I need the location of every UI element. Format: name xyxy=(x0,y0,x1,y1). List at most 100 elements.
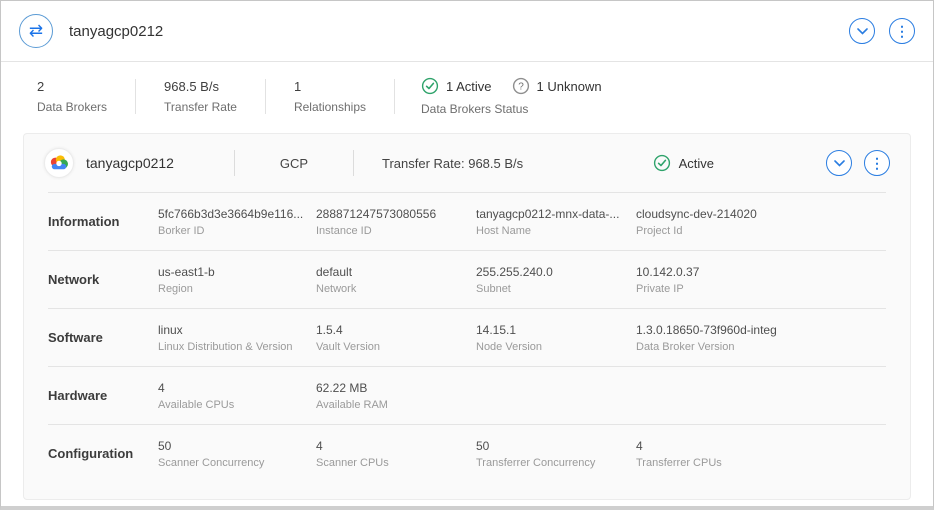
field-value: 288871247573080556 xyxy=(316,207,476,221)
gcp-logo-icon xyxy=(48,154,70,172)
field-label: Available RAM xyxy=(316,399,476,411)
table-row-network: Network us-east1-b Region default Networ… xyxy=(48,250,886,308)
check-circle-icon xyxy=(421,77,439,95)
broker-provider: GCP xyxy=(235,156,353,171)
stat-label: Relationships xyxy=(294,100,366,114)
field: 255.255.240.0 Subnet xyxy=(476,265,636,295)
sync-icon: ⇄ xyxy=(29,21,43,41)
field-label: Host Name xyxy=(476,225,636,237)
field-label: Vault Version xyxy=(316,341,476,353)
collapse-broker-button[interactable] xyxy=(826,150,852,176)
status-unknown-label: 1 Unknown xyxy=(537,79,602,94)
status-active-label: 1 Active xyxy=(446,79,492,94)
field: cloudsync-dev-214020 Project Id xyxy=(636,207,886,237)
field-value: 1.3.0.18650-73f960d-integ xyxy=(636,323,886,337)
field-value: 50 xyxy=(476,439,636,453)
field: us-east1-b Region xyxy=(158,265,316,295)
sync-icon-button[interactable]: ⇄ xyxy=(19,14,53,48)
field-value: linux xyxy=(158,323,316,337)
field-label: Network xyxy=(316,283,476,295)
field: 14.15.1 Node Version xyxy=(476,323,636,353)
chevron-down-icon xyxy=(857,28,868,35)
broker-detail-table: Information 5fc766b3d3e3664b9e116... Bor… xyxy=(24,192,910,499)
stat-label: Data Brokers xyxy=(37,100,107,114)
kebab-icon: ⋮ xyxy=(895,24,909,38)
kebab-icon: ⋮ xyxy=(870,156,884,170)
row-label: Configuration xyxy=(48,446,158,461)
stat-relationships: 1 Relationships xyxy=(266,79,395,114)
status-line: 1 Active ? 1 Unknown xyxy=(421,77,602,95)
field: 5fc766b3d3e3664b9e116... Borker ID xyxy=(158,207,316,237)
field-value: default xyxy=(316,265,476,279)
field: linux Linux Distribution & Version xyxy=(158,323,316,353)
field-value: us-east1-b xyxy=(158,265,316,279)
chevron-down-icon xyxy=(834,160,845,167)
field-label: Scanner CPUs xyxy=(316,457,476,469)
stat-label: Transfer Rate xyxy=(164,100,237,114)
broker-card: tanyagcp0212 GCP Transfer Rate: 968.5 B/… xyxy=(23,133,911,500)
page-title: tanyagcp0212 xyxy=(69,23,163,40)
stats-row: 2 Data Brokers 968.5 B/s Transfer Rate 1… xyxy=(1,62,933,133)
header-actions: ⋮ xyxy=(849,18,915,44)
stat-transfer-rate: 968.5 B/s Transfer Rate xyxy=(136,79,266,114)
field-value: 50 xyxy=(158,439,316,453)
field-value: 4 xyxy=(636,439,886,453)
broker-menu-button[interactable]: ⋮ xyxy=(864,150,890,176)
broker-status-summary: 1 Active ? 1 Unknown Data Brokers Status xyxy=(395,77,628,116)
broker-card-actions: ⋮ xyxy=(826,150,890,176)
field: 4 Transferrer CPUs xyxy=(636,439,886,469)
field: 288871247573080556 Instance ID xyxy=(316,207,476,237)
broker-name: tanyagcp0212 xyxy=(86,155,234,171)
collapse-group-button[interactable] xyxy=(849,18,875,44)
broker-card-header: tanyagcp0212 GCP Transfer Rate: 968.5 B/… xyxy=(24,134,910,192)
table-row-information: Information 5fc766b3d3e3664b9e116... Bor… xyxy=(48,192,886,250)
field-label: Private IP xyxy=(636,283,886,295)
stat-value: 968.5 B/s xyxy=(164,79,237,94)
field-label: Linux Distribution & Version xyxy=(158,341,316,353)
svg-text:?: ? xyxy=(518,82,524,93)
row-label: Hardware xyxy=(48,388,158,403)
field-label: Transferrer CPUs xyxy=(636,457,886,469)
field-value: cloudsync-dev-214020 xyxy=(636,207,886,221)
broker-transfer-rate: Transfer Rate: 968.5 B/s xyxy=(382,156,523,171)
divider xyxy=(353,150,354,176)
field: 4 Available CPUs xyxy=(158,381,316,411)
field-label: Available CPUs xyxy=(158,399,316,411)
field-label: Transferrer Concurrency xyxy=(476,457,636,469)
field-label: Subnet xyxy=(476,283,636,295)
field-label: Scanner Concurrency xyxy=(158,457,316,469)
field: 1.3.0.18650-73f960d-integ Data Broker Ve… xyxy=(636,323,886,353)
check-circle-icon xyxy=(653,154,671,172)
field-label: Project Id xyxy=(636,225,886,237)
question-circle-icon: ? xyxy=(512,77,530,95)
field-value: 5fc766b3d3e3664b9e116... xyxy=(158,207,316,221)
field-value: 1.5.4 xyxy=(316,323,476,337)
stat-data-brokers: 2 Data Brokers xyxy=(21,79,136,114)
field: 50 Scanner Concurrency xyxy=(158,439,316,469)
field-value: 10.142.0.37 xyxy=(636,265,886,279)
field-value: tanyagcp0212-mnx-data-... xyxy=(476,207,636,221)
row-label: Network xyxy=(48,272,158,287)
field-label: Region xyxy=(158,283,316,295)
field: 1.5.4 Vault Version xyxy=(316,323,476,353)
field-value: 62.22 MB xyxy=(316,381,476,395)
field-label: Borker ID xyxy=(158,225,316,237)
status-active: 1 Active xyxy=(421,77,492,95)
status-caption: Data Brokers Status xyxy=(421,102,602,116)
field-value: 4 xyxy=(316,439,476,453)
field: 62.22 MB Available RAM xyxy=(316,381,476,411)
broker-status: Active xyxy=(653,154,714,172)
field: default Network xyxy=(316,265,476,295)
data-broker-group-page: ⇄ tanyagcp0212 ⋮ 2 Data Brokers 968.5 B/… xyxy=(0,0,934,510)
row-label: Software xyxy=(48,330,158,345)
stat-value: 1 xyxy=(294,79,366,94)
field-value: 4 xyxy=(158,381,316,395)
field-label: Data Broker Version xyxy=(636,341,886,353)
group-menu-button[interactable]: ⋮ xyxy=(889,18,915,44)
field: tanyagcp0212-mnx-data-... Host Name xyxy=(476,207,636,237)
table-row-software: Software linux Linux Distribution & Vers… xyxy=(48,308,886,366)
field-value: 255.255.240.0 xyxy=(476,265,636,279)
status-unknown: ? 1 Unknown xyxy=(512,77,602,95)
page-header: ⇄ tanyagcp0212 ⋮ xyxy=(1,1,933,62)
broker-status-label: Active xyxy=(679,156,714,171)
